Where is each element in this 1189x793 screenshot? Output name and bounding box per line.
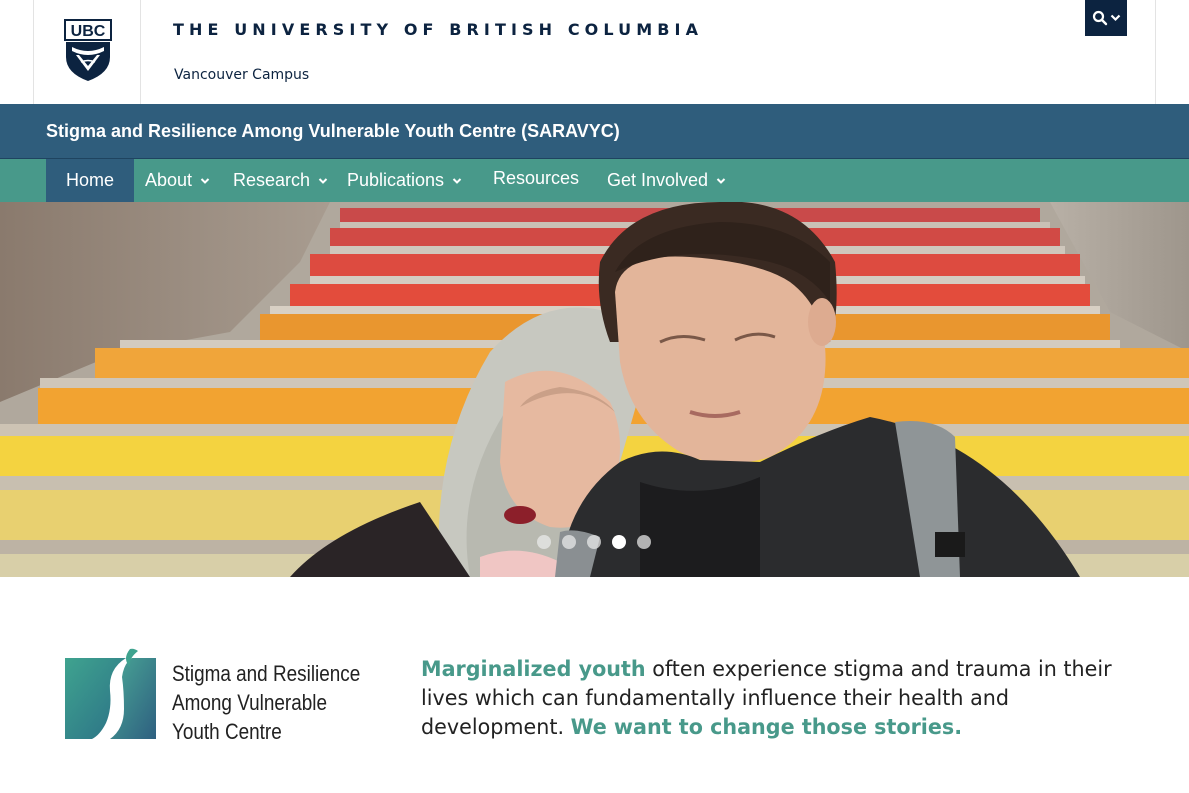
search-icon [1092, 10, 1107, 26]
header-divider [1155, 0, 1156, 104]
carousel-dot[interactable] [562, 535, 576, 549]
nav-item-home[interactable]: Home [46, 159, 134, 202]
ubc-logo-link[interactable]: UBC [33, 0, 141, 104]
carousel-indicators [0, 535, 1189, 553]
unit-name-link[interactable]: Stigma and Resilience Among Vulnerable Y… [46, 121, 620, 142]
chevron-down-icon [200, 177, 210, 184]
saravyc-logo-icon [65, 648, 156, 739]
chevron-down-icon [452, 177, 462, 184]
search-toggle-button[interactable] [1085, 0, 1127, 36]
carousel-dot-active[interactable] [612, 535, 626, 549]
nav-item-about[interactable]: About [145, 159, 210, 202]
unit-name-bar: Stigma and Resilience Among Vulnerable Y… [0, 104, 1189, 159]
nav-item-research[interactable]: Research [233, 159, 328, 202]
carousel-dot[interactable] [537, 535, 551, 549]
university-title[interactable]: THE UNIVERSITY OF BRITISH COLUMBIA [173, 20, 703, 39]
nav-item-label: Resources [493, 168, 580, 188]
intro-highlight: We want to change those stories. [570, 715, 963, 739]
carousel-dot[interactable] [587, 535, 601, 549]
svg-text:UBC: UBC [71, 23, 106, 40]
nav-item-label: Get Involved [607, 170, 709, 190]
nav-item-resources[interactable]: Resources [493, 157, 579, 200]
primary-nav: Home About Research Publications Resourc… [0, 159, 1189, 202]
nav-item-label: Publications [347, 170, 445, 190]
saravyc-logo-text: Stigma and Resilience Among Vulnerable Y… [172, 659, 361, 746]
chevron-down-icon [716, 177, 726, 184]
nav-item-publications[interactable]: Publications [347, 159, 462, 202]
intro-statement: Marginalized youth often experience stig… [421, 655, 1140, 742]
nav-item-label: About [145, 170, 193, 190]
chevron-down-icon [318, 177, 328, 184]
campus-label[interactable]: Vancouver Campus [174, 67, 309, 83]
intro-highlight: Marginalized youth [421, 657, 646, 681]
nav-item-label: Home [65, 170, 114, 190]
hero-carousel[interactable] [0, 202, 1189, 577]
ubc-header: UBC THE UNIVERSITY OF BRITISH COLUMBIA V… [0, 0, 1189, 104]
carousel-dot[interactable] [637, 535, 651, 549]
ubc-crest-icon: UBC [64, 19, 112, 81]
logo-line: Stigma and Resilience [172, 661, 361, 686]
chevron-down-icon [1110, 14, 1120, 22]
logo-line: Among Vulnerable [172, 690, 327, 715]
hero-image [0, 202, 1189, 577]
logo-line: Youth Centre [172, 719, 282, 744]
nav-item-label: Research [233, 170, 311, 190]
nav-item-get-involved[interactable]: Get Involved [607, 159, 726, 202]
